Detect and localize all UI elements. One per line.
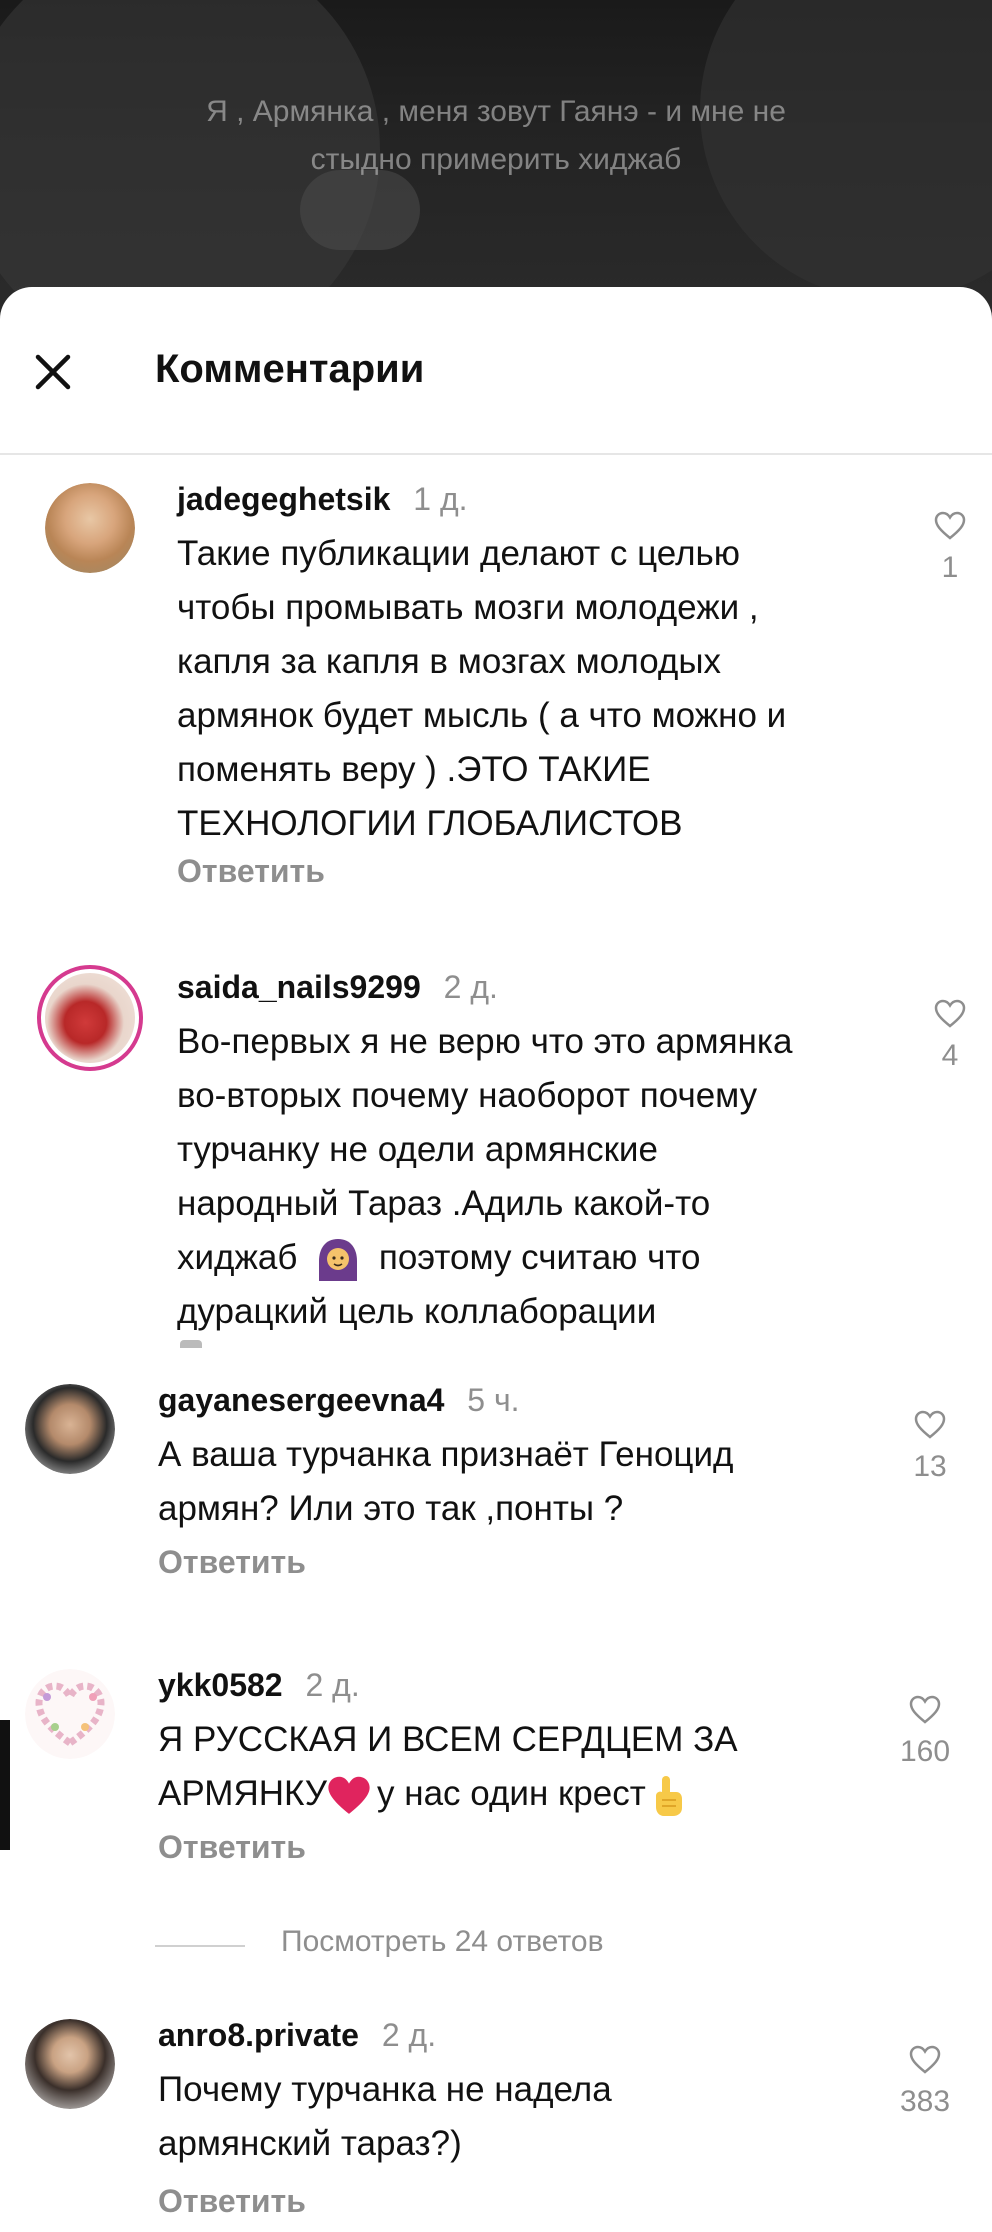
like-button[interactable]: 4 [920,999,980,1073]
video-caption: Я , Армянка , меня зовут Гаянэ - и мне н… [0,88,992,184]
avatar[interactable] [37,965,143,1071]
like-button[interactable]: 13 [900,1410,960,1484]
close-icon [35,354,71,390]
comment-text-line: Почему турчанка не надела [158,2070,612,2109]
comment-text-line: армян? Или это так ,понты ? [158,1489,624,1528]
comment-item: ykk0582 2 д. Я РУССКАЯ И ВСЕМ СЕРДЦЕМ ЗА… [0,1665,992,1905]
comment-text-line: дурацкий цель коллаборации [177,1292,657,1331]
comment-text-segment: поэтому считаю что [378,1238,701,1277]
comment-text-segment: хиджаб [177,1238,298,1277]
comment-text-line: поменять веру ) .ЭТО ТАКИЕ [177,750,651,789]
heart-icon [934,999,966,1028]
heart-icon [914,1410,946,1439]
replies-divider [155,1945,245,1947]
edge-marker [0,1720,10,1850]
username[interactable]: gayanesergeevna4 [158,1382,444,1418]
avatar[interactable] [25,1669,115,1759]
comment-header: ykk0582 2 д. [158,1667,360,1704]
red-heart-emoji [328,1776,370,1814]
username[interactable]: jadegeghetsik [177,481,390,517]
comment-text-segment: у нас один крест [377,1774,646,1813]
like-count: 1 [941,551,959,584]
comment-time: 2 д. [381,2017,437,2053]
reply-button[interactable]: Ответить [158,1544,306,1581]
comment-text-line: капля за капля в мозгах молодых [177,642,721,681]
comment-text-line: армянок будет мысль ( а что можно и [177,696,787,735]
comment-text-line: А ваша турчанка признаёт Геноцид [158,1435,734,1474]
like-count: 13 [913,1450,947,1483]
view-replies-label: Посмотреть 24 ответов [281,1925,604,1958]
reply-button[interactable]: Ответить [158,1829,306,1866]
reply-button[interactable]: Ответить [158,2183,306,2220]
username[interactable]: ykk0582 [158,1667,283,1703]
comment-text: Я РУССКАЯ И ВСЕМ СЕРДЦЕМ ЗА АРМЯНКУ у нас… [158,1713,898,1821]
like-count: 383 [899,2085,951,2118]
heart-icon [909,1695,941,1724]
username[interactable]: saida_nails9299 [177,969,421,1005]
comment-header: saida_nails9299 2 д. [177,969,498,1006]
sheet-title: Комментарии [155,347,425,391]
comment-text-line: чтобы промывать мозги молодежи , [177,588,759,627]
avatar[interactable] [45,483,135,573]
comment-text-line: армянский тараз?) [158,2124,462,2163]
comment-text-line: Такие публикации делают с целью [177,534,740,573]
heart-icon [934,511,966,540]
comment-text: Почему турчанка не надела армянский тара… [158,2063,898,2171]
comment-text: А ваша турчанка признаёт Геноцид армян? … [158,1428,898,1536]
pointing-up-emoji [655,1775,682,1816]
comment-item: saida_nails9299 2 д. Во-первых я не верю… [0,965,992,1355]
comment-time: 5 ч. [467,1382,520,1418]
comment-text-line: народный Тараз .Адиль какой-то [177,1184,711,1223]
comment-text: Во-первых я не верю что это армянка во-в… [177,1015,917,1339]
comment-item: jadegeghetsik 1 д. Такие публикации дела… [0,475,992,915]
video-caption-line: Я , Армянка , меня зовут Гаянэ - и мне н… [206,95,786,128]
comment-header: gayanesergeevna4 5 ч. [158,1382,520,1419]
comment-text-line: турчанку не одели армянские [177,1130,658,1169]
avatar[interactable] [25,2019,115,2109]
reply-button[interactable]: Ответить [177,853,325,890]
comment-header: jadegeghetsik 1 д. [177,481,468,518]
woman-with-headscarf-emoji [319,1238,358,1281]
comment-item: anro8.private 2 д. Почему турчанка не на… [0,2015,992,2232]
heart-icon [909,2045,941,2074]
comment-text-line: во-вторых почему наоборот почему [177,1076,758,1115]
like-count: 4 [941,1039,959,1072]
comment-item: gayanesergeevna4 5 ч. А ваша турчанка пр… [0,1380,992,1610]
comment-text-line: хиджаб поэтому считаю что [177,1231,917,1285]
comment-time: 2 д. [305,1667,360,1703]
comment-time: 1 д. [413,481,468,517]
username[interactable]: anro8.private [158,2017,359,2053]
comment-text: Такие публикации делают с целью чтобы пр… [177,527,917,851]
comment-time: 2 д. [443,969,498,1005]
comment-text-segment: АРМЯНКУ [158,1774,328,1813]
like-count: 160 [899,1735,951,1768]
header-divider [0,453,992,455]
heart-flower-wreath-image [25,1669,115,1759]
comment-text-line: Во-первых я не верю что это армянка [177,1022,793,1061]
cut-off-reply [180,1340,202,1348]
comment-text-line: Я РУССКАЯ И ВСЕМ СЕРДЦЕМ ЗА [158,1720,738,1759]
like-button[interactable]: 160 [890,1695,960,1769]
sheet-header: Комментарии [0,287,992,455]
avatar[interactable] [25,1384,115,1474]
like-button[interactable]: 1 [920,511,980,585]
comment-header: anro8.private 2 д. [158,2017,436,2054]
video-caption-line: стыдно примерить хиджаб [310,143,682,176]
video-background: Я , Армянка , меня зовут Гаянэ - и мне н… [0,0,992,320]
close-button[interactable] [30,349,76,395]
like-button[interactable]: 383 [890,2045,960,2119]
comment-text-line: ТЕХНОЛОГИИ ГЛОБАЛИСТОВ [177,804,683,843]
comment-text-line: АРМЯНКУ у нас один крест [158,1767,898,1821]
